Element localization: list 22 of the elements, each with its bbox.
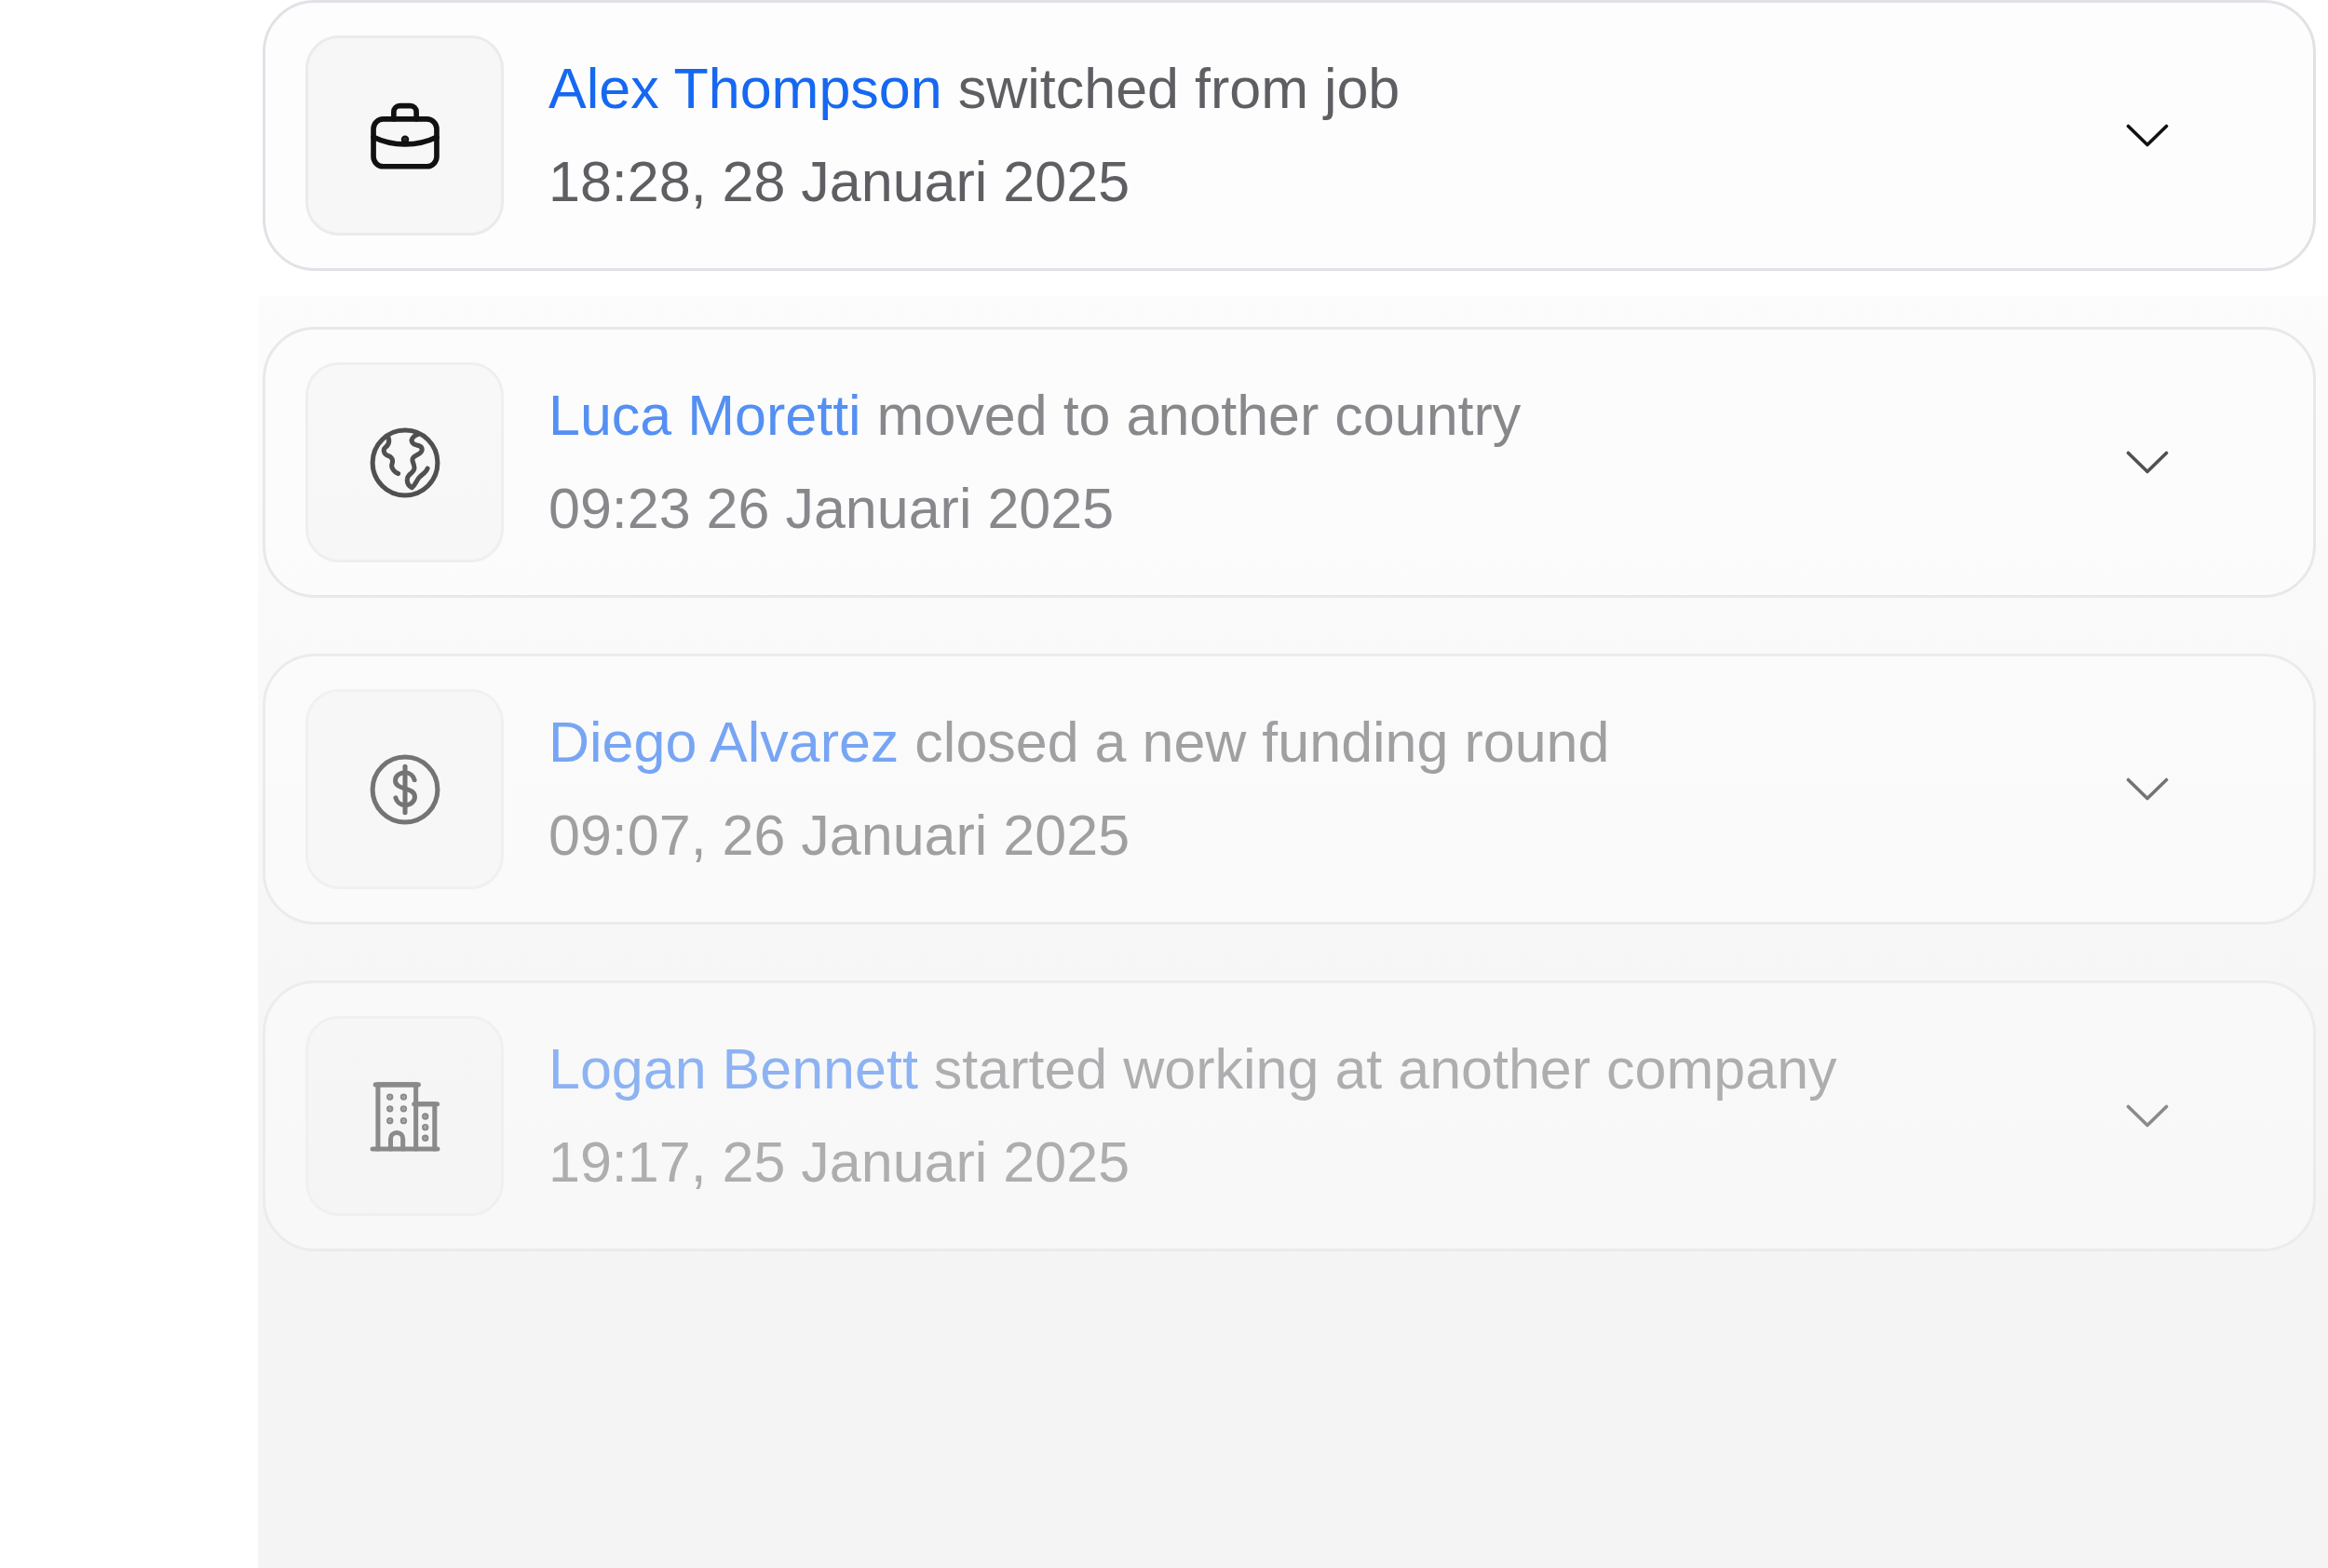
dollar-coin-icon [305,689,504,889]
event-description: closed a new funding round [914,710,1610,775]
event-timestamp: 19:17, 25 Januari 2025 [548,1129,1130,1196]
person-link[interactable]: Diego Alvarez [548,710,900,775]
expand-button[interactable] [2126,451,2169,474]
chevron-down-icon [2126,451,2169,474]
chevron-down-icon [2126,1104,2169,1128]
person-link[interactable]: Luca Moretti [548,384,861,448]
event-timestamp: 18:28, 28 Januari 2025 [548,148,1130,215]
expand-button[interactable] [2126,124,2169,147]
chevron-down-icon [2126,124,2169,147]
chevron-down-icon [2126,777,2169,801]
event-timestamp: 09:23 26 Januari 2025 [548,475,1115,542]
person-link[interactable]: Logan Bennett [548,1037,918,1102]
event-description: moved to another country [876,384,1522,448]
briefcase-icon [305,35,504,236]
person-link[interactable]: Alex Thompson [548,57,942,121]
event-description: switched from job [957,57,1401,121]
office-building-icon [305,1016,504,1216]
event-timestamp: 09:07, 26 Januari 2025 [548,802,1130,869]
globe-icon [305,362,504,562]
event-description: started working at another company [933,1037,1837,1102]
